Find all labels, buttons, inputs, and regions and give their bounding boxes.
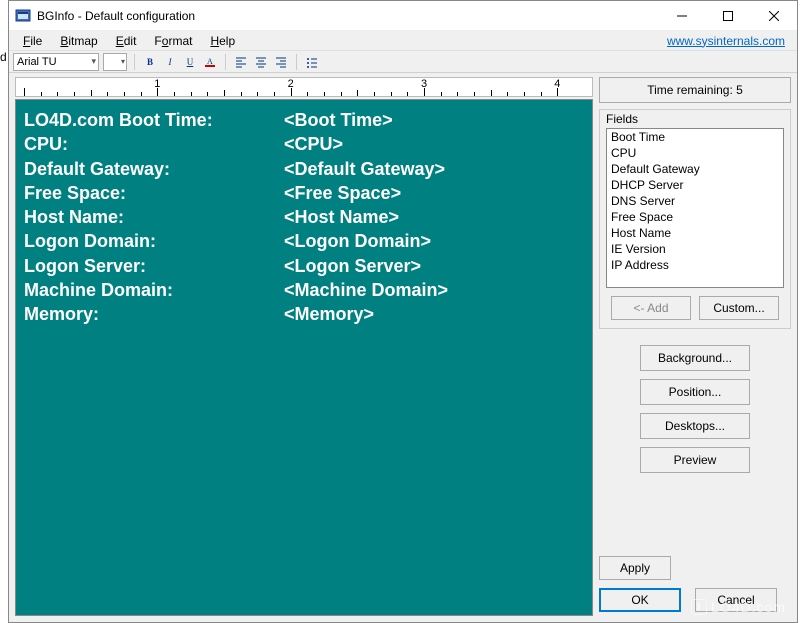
field-placeholder: <Default Gateway> [284,157,445,181]
editor-column: 1234 LO4D.com Boot Time:<Boot Time>CPU:<… [15,77,593,616]
bullets-button[interactable] [304,54,320,70]
editor-row: CPU:<CPU> [24,132,584,156]
side-panel: Time remaining: 5 Fields Boot TimeCPUDef… [599,77,791,616]
editor-row: LO4D.com Boot Time:<Boot Time> [24,108,584,132]
fields-label: Fields [606,110,784,128]
field-label: Memory: [24,302,284,326]
underline-button[interactable]: U [182,54,198,70]
menu-edit[interactable]: Edit [108,33,145,49]
position-button[interactable]: Position... [640,379,750,405]
field-placeholder: <CPU> [284,132,343,156]
fields-list-item[interactable]: DNS Server [607,193,783,209]
ruler-number: 1 [154,78,160,90]
font-color-button[interactable]: A [202,54,218,70]
align-center-button[interactable] [253,54,269,70]
sysinternals-link[interactable]: www.sysinternals.com [667,34,791,48]
editor-canvas[interactable]: LO4D.com Boot Time:<Boot Time>CPU:<CPU>D… [15,99,593,616]
font-name-combo[interactable]: Arial TU [13,53,99,71]
field-placeholder: <Memory> [284,302,374,326]
field-label: Free Space: [24,181,284,205]
menubar: File Bitmap Edit Format Help www.sysinte… [9,31,797,51]
field-placeholder: <Machine Domain> [284,278,448,302]
editor-row: Free Space:<Free Space> [24,181,584,205]
menu-help[interactable]: Help [202,33,243,49]
ruler-number: 2 [288,78,294,90]
field-placeholder: <Host Name> [284,205,399,229]
background-text-fragment: d [0,50,7,64]
preview-button[interactable]: Preview [640,447,750,473]
add-field-button[interactable]: <- Add [611,296,691,320]
custom-field-button[interactable]: Custom... [699,296,779,320]
italic-button[interactable]: I [162,54,178,70]
svg-text:A: A [207,57,213,66]
align-left-button[interactable] [233,54,249,70]
ruler-number: 3 [421,78,427,90]
dialog-buttons: Apply [599,546,791,582]
field-label: CPU: [24,132,284,156]
font-size-combo[interactable] [103,53,127,71]
toolbar-separator [296,54,297,70]
menu-format[interactable]: Format [146,33,200,49]
field-label: Machine Domain: [24,278,284,302]
fields-list-item[interactable]: Default Gateway [607,161,783,177]
field-placeholder: <Free Space> [284,181,401,205]
fields-list-item[interactable]: IP Address [607,257,783,273]
apply-button[interactable]: Apply [599,556,671,580]
fields-list-item[interactable]: DHCP Server [607,177,783,193]
editor-row: Logon Domain:<Logon Domain> [24,229,584,253]
editor-row: Default Gateway:<Default Gateway> [24,157,584,181]
toolbar-separator [225,54,226,70]
fields-listbox[interactable]: Boot TimeCPUDefault GatewayDHCP ServerDN… [606,128,784,288]
content-area: 1234 LO4D.com Boot Time:<Boot Time>CPU:<… [9,73,797,622]
titlebar: BGInfo - Default configuration [9,1,797,31]
toolbar-separator [134,54,135,70]
fields-list-item[interactable]: CPU [607,145,783,161]
field-placeholder: <Boot Time> [284,108,393,132]
menu-file[interactable]: File [15,33,50,49]
config-buttons: Background... Position... Desktops... Pr… [599,345,791,473]
field-label: Host Name: [24,205,284,229]
desktops-button[interactable]: Desktops... [640,413,750,439]
bold-button[interactable]: B [142,54,158,70]
minimize-button[interactable] [659,1,705,31]
format-toolbar: Arial TU B I U A [9,51,797,73]
time-remaining-display: Time remaining: 5 [599,77,791,103]
fields-group: Fields Boot TimeCPUDefault GatewayDHCP S… [599,109,791,329]
field-label: LO4D.com Boot Time: [24,108,284,132]
close-button[interactable] [751,1,797,31]
background-button[interactable]: Background... [640,345,750,371]
ok-button[interactable]: OK [599,588,681,612]
ruler-number: 4 [554,78,560,90]
app-window: BGInfo - Default configuration File Bitm… [8,0,798,623]
fields-list-item[interactable]: IE Version [607,241,783,257]
ruler[interactable]: 1 2 3 4 [15,77,593,97]
align-right-button[interactable] [273,54,289,70]
fields-list-item[interactable]: Free Space [607,209,783,225]
fields-list-item[interactable]: Boot Time [607,129,783,145]
field-placeholder: <Logon Server> [284,254,421,278]
field-label: Logon Domain: [24,229,284,253]
field-label: Default Gateway: [24,157,284,181]
editor-row: Host Name:<Host Name> [24,205,584,229]
menu-bitmap[interactable]: Bitmap [52,33,105,49]
cancel-button[interactable]: Cancel [695,588,777,612]
editor-row: Logon Server:<Logon Server> [24,254,584,278]
app-icon [15,8,31,24]
maximize-button[interactable] [705,1,751,31]
fields-list-item[interactable]: Host Name [607,225,783,241]
editor-row: Machine Domain:<Machine Domain> [24,278,584,302]
editor-row: Memory:<Memory> [24,302,584,326]
field-label: Logon Server: [24,254,284,278]
window-title: BGInfo - Default configuration [37,9,195,23]
field-placeholder: <Logon Domain> [284,229,431,253]
